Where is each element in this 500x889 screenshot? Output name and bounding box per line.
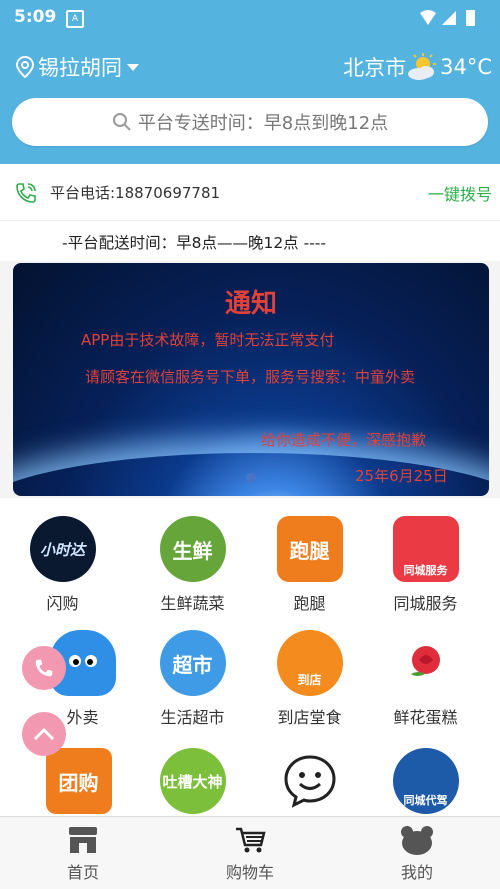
tab-label: 购物车: [225, 863, 274, 882]
tab-label: 首页: [66, 863, 99, 882]
flash-buy-icon: 小时达: [29, 516, 96, 582]
search-placeholder: 平台专送时间：早8点到晚12点: [137, 113, 389, 134]
chevron-down-icon: [127, 64, 139, 71]
service-supermarket[interactable]: 超市 生活超市: [130, 612, 255, 728]
service-label: 生鲜蔬菜: [160, 594, 225, 613]
service-designated-driver[interactable]: 同城代驾: [363, 730, 488, 814]
phone-icon: [16, 183, 36, 203]
dine-in-icon: 到店: [276, 630, 343, 696]
search-bar[interactable]: 平台专送时间：早8点到晚12点: [12, 98, 488, 146]
location-pin-icon: [16, 56, 34, 78]
banner-line-3: 给你造成不便，深感抱歉: [261, 431, 427, 449]
service-label: 闪购: [46, 594, 79, 613]
service-label: 到店堂食: [277, 708, 342, 727]
platform-phone-label: 平台电话:18870697781: [50, 184, 221, 202]
service-complaint[interactable]: 吐槽大神: [130, 730, 255, 814]
group-buy-icon: 团购: [45, 748, 112, 814]
smiley-chat-icon: [276, 748, 343, 814]
service-grid: 小时达 闪购 生鲜 生鲜蔬菜 跑腿 跑腿 同城服务 同城服务 外卖 超市 生活超…: [0, 498, 500, 816]
carousel-indicator[interactable]: [246, 473, 256, 483]
tab-profile[interactable]: 我的: [334, 817, 500, 883]
shopping-cart-icon: [236, 827, 266, 853]
weather-widget: 北京市 34°C: [343, 52, 492, 82]
supermarket-icon: 超市: [159, 630, 226, 696]
service-fresh-vegetables[interactable]: 生鲜 生鲜蔬菜: [130, 498, 255, 614]
call-float-button[interactable]: [22, 646, 66, 690]
location-selector[interactable]: 锡拉胡同: [16, 52, 144, 82]
banner-date: 25年6月25日: [355, 467, 448, 485]
tab-cart[interactable]: 购物车: [167, 817, 333, 883]
city-name: 北京市: [343, 56, 407, 80]
designated-driver-icon: 同城代驾: [392, 748, 459, 814]
chevron-up-icon: [33, 727, 55, 741]
service-chat[interactable]: [247, 730, 372, 814]
partly-cloudy-icon: [408, 53, 437, 80]
one-click-dial-button[interactable]: 一键拨号: [428, 181, 492, 205]
service-flowers-cake[interactable]: 鲜花蛋糕: [363, 612, 488, 728]
service-flash-buy[interactable]: 小时达 闪购: [0, 498, 125, 614]
status-bar: 5:09 A: [0, 0, 500, 34]
service-label: 同城服务: [393, 594, 458, 613]
phone-icon: [35, 659, 53, 677]
location-name: 锡拉胡同: [38, 56, 122, 80]
platform-phone-bar: 平台电话:18870697781 一键拨号: [0, 164, 500, 221]
delivery-time-text: -平台配送时间：早8点——晚12点 ----: [62, 234, 326, 252]
banner-line-1: APP由于技术故障，暂时无法正常支付: [81, 331, 335, 349]
notice-banner[interactable]: 通知 APP由于技术故障，暂时无法正常支付 请顾客在微信服务号下单，服务号搜索：…: [13, 263, 489, 496]
tab-label: 我的: [400, 863, 433, 882]
search-icon: [112, 113, 131, 131]
service-dine-in[interactable]: 到店 到店堂食: [247, 612, 372, 728]
bottom-tab-bar: 首页 购物车 我的: [0, 816, 500, 889]
fresh-vegetables-icon: 生鲜: [159, 516, 226, 582]
service-label: 鲜花蛋糕: [393, 708, 458, 727]
clock: 5:09: [14, 7, 57, 27]
system-icons: [418, 9, 488, 31]
city-service-icon: 同城服务: [392, 516, 459, 582]
service-label: 生活超市: [160, 708, 225, 727]
temperature: 34°C: [440, 55, 492, 79]
delivery-time-notice: -平台配送时间：早8点——晚12点 ----: [0, 221, 500, 261]
header: 锡拉胡同 北京市 34°C 平台专送时间：早8点到晚12点: [0, 34, 500, 164]
tab-home[interactable]: 首页: [0, 817, 166, 883]
complaint-icon: 吐槽大神: [159, 748, 226, 814]
service-errand[interactable]: 跑腿 跑腿: [247, 498, 372, 614]
banner-line-2: 请顾客在微信服务号下单，服务号搜索：中童外卖: [85, 368, 416, 386]
banner-title: 通知: [224, 289, 277, 319]
bear-profile-icon: [401, 826, 433, 855]
notification-icon: A: [66, 10, 84, 28]
store-icon: [69, 827, 97, 853]
service-label: 跑腿: [293, 594, 326, 613]
back-to-top-button[interactable]: [22, 712, 66, 756]
errand-icon: 跑腿: [276, 516, 343, 582]
service-city-service[interactable]: 同城服务 同城服务: [363, 498, 488, 614]
rose-icon: [392, 630, 459, 696]
